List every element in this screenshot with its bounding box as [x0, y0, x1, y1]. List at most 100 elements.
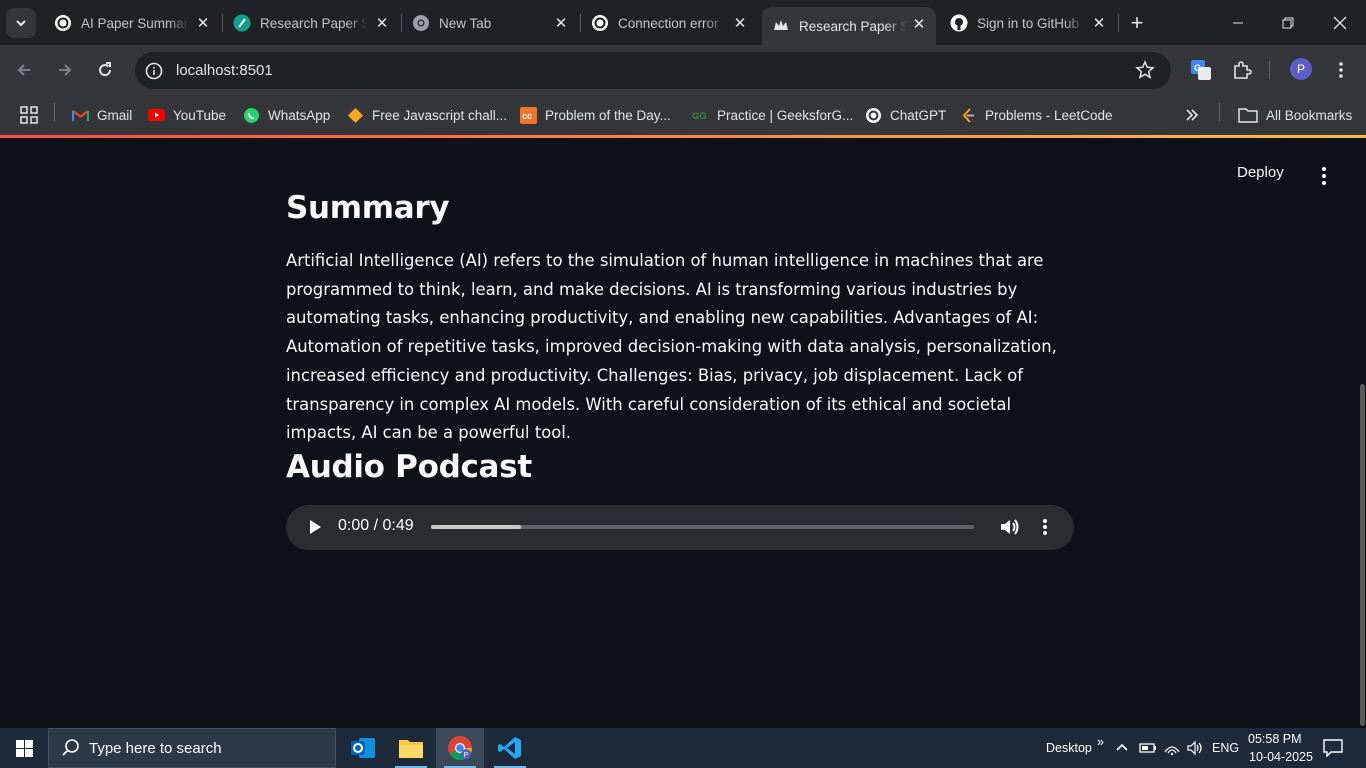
- tab-ai-paper-summarizer[interactable]: AI Paper Summariz ✕: [44, 6, 220, 40]
- url-text[interactable]: localhost:8501: [176, 62, 273, 79]
- taskbar-file-explorer[interactable]: [387, 728, 435, 768]
- double-chevron-right-icon[interactable]: »: [1097, 722, 1104, 762]
- chatgpt-icon: [54, 14, 72, 32]
- extensions-icon[interactable]: [1230, 58, 1254, 82]
- restore-button[interactable]: [1262, 0, 1314, 45]
- kebab-menu-icon: [1322, 167, 1326, 185]
- deploy-button[interactable]: Deploy: [1237, 164, 1284, 181]
- tab-title: Connection error: [618, 15, 719, 31]
- tab-title: Research Paper Su: [260, 15, 368, 31]
- double-chevron-right-icon: [1186, 109, 1199, 121]
- all-bookmarks-label: All Bookmarks: [1266, 107, 1353, 123]
- bookmark-leetcode[interactable]: Problems - LeetCode: [960, 103, 1113, 127]
- summary-heading: Summary: [286, 190, 450, 226]
- page-scrollbar[interactable]: [1360, 384, 1365, 726]
- close-icon[interactable]: ✕: [552, 14, 570, 32]
- svg-text:cc: cc: [522, 111, 532, 121]
- streamlit-crown-icon: [772, 17, 790, 35]
- feather-icon: [233, 14, 251, 32]
- notification-center-button[interactable]: [1323, 728, 1343, 768]
- play-icon[interactable]: [306, 518, 324, 536]
- app-menu-button[interactable]: [1314, 164, 1334, 188]
- google-translate-icon[interactable]: G: [1189, 58, 1213, 82]
- tab-divider: [1118, 14, 1119, 32]
- svg-text:GG: GG: [692, 111, 707, 121]
- reload-icon: [99, 62, 112, 77]
- tray-overflow-button[interactable]: [1115, 728, 1129, 768]
- new-tab-button[interactable]: +: [1124, 10, 1150, 36]
- bookmark-divider: [54, 103, 55, 121]
- clock-time[interactable]: 05:58 PM: [1248, 730, 1302, 748]
- audio-player: 0:00 / 0:49: [286, 505, 1074, 550]
- back-button[interactable]: [10, 56, 38, 84]
- chrome-menu-button[interactable]: [1329, 58, 1353, 82]
- tab-research-paper-1[interactable]: Research Paper Su ✕: [223, 6, 399, 40]
- bookmarks-bar: Gmail YouTube WhatsApp Free Javascript c…: [0, 95, 1366, 135]
- tab-strip: AI Paper Summariz ✕ Research Paper Su ✕ …: [0, 0, 1366, 45]
- taskbar-outlook[interactable]: [339, 728, 387, 768]
- volume-icon[interactable]: [998, 516, 1020, 538]
- forward-button[interactable]: [51, 56, 79, 84]
- speaker-icon[interactable]: [1186, 728, 1204, 768]
- info-icon[interactable]: [144, 61, 164, 81]
- tab-research-paper-active[interactable]: Research Paper Su ✕: [762, 7, 936, 45]
- summary-text: Artificial Intelligence (AI) refers to t…: [286, 251, 1057, 443]
- language-indicator[interactable]: ENG: [1212, 728, 1239, 768]
- whatsapp-icon: [243, 107, 260, 124]
- audio-seek-bar[interactable]: [431, 525, 974, 529]
- close-icon[interactable]: ✕: [910, 15, 928, 33]
- all-bookmarks-button[interactable]: All Bookmarks: [1238, 103, 1352, 127]
- bookmark-star-icon[interactable]: [1135, 60, 1155, 80]
- bookmark-problem-of-the-day[interactable]: cc Problem of the Day...: [520, 103, 671, 127]
- bookmark-label: Gmail: [97, 107, 133, 123]
- minimize-button[interactable]: [1212, 0, 1264, 45]
- close-window-button[interactable]: [1314, 0, 1366, 45]
- start-button[interactable]: [0, 728, 48, 768]
- close-icon[interactable]: ✕: [731, 14, 749, 32]
- leetcode-icon: [960, 107, 977, 124]
- tab-new-tab[interactable]: New Tab ✕: [402, 6, 578, 40]
- codechef-icon: cc: [520, 106, 537, 124]
- audio-time-display: 0:00 / 0:49: [338, 517, 414, 534]
- diamond-icon: [347, 107, 364, 124]
- tab-search-button[interactable]: [6, 8, 36, 38]
- plus-icon: +: [1130, 10, 1144, 35]
- bookmark-label: Practice | GeeksforG...: [717, 107, 854, 123]
- wifi-icon[interactable]: [1163, 728, 1181, 768]
- chatgpt-icon: [865, 107, 882, 124]
- close-icon[interactable]: ✕: [1090, 14, 1108, 32]
- restore-icon: [1282, 17, 1294, 28]
- bookmark-whatsapp[interactable]: WhatsApp: [243, 103, 330, 127]
- minimize-icon: [1233, 22, 1243, 23]
- reload-button[interactable]: [91, 56, 119, 84]
- tab-sign-in-github[interactable]: Sign in to GitHub ✕: [940, 6, 1116, 40]
- close-icon[interactable]: ✕: [194, 14, 212, 32]
- bookmark-chatgpt[interactable]: ChatGPT: [865, 103, 946, 127]
- browser-toolbar: localhost:8501 G P: [0, 45, 1366, 95]
- chrome-icon: [412, 14, 430, 32]
- desktop-toolbar-label[interactable]: Desktop: [1046, 728, 1092, 768]
- close-icon[interactable]: ✕: [373, 14, 391, 32]
- taskbar-vscode[interactable]: [486, 728, 534, 768]
- search-icon: [62, 739, 79, 756]
- more-bookmarks-button[interactable]: [1185, 103, 1199, 127]
- kebab-menu-icon[interactable]: [1036, 516, 1054, 538]
- taskbar-search-box[interactable]: Type here to search: [48, 728, 336, 768]
- bookmark-label: Problems - LeetCode: [985, 107, 1113, 123]
- bookmark-geeksforgeeks[interactable]: GG Practice | GeeksforG...: [692, 103, 853, 127]
- bookmark-youtube[interactable]: YouTube: [148, 103, 226, 127]
- battery-icon[interactable]: [1139, 728, 1157, 768]
- vscode-icon: [498, 737, 521, 759]
- tab-connection-error[interactable]: Connection error ✕: [581, 6, 757, 40]
- tab-title: New Tab: [439, 15, 492, 31]
- outlook-icon: [351, 738, 375, 758]
- chrome-icon: P: [448, 736, 472, 761]
- apps-button[interactable]: [20, 103, 38, 127]
- clock-date[interactable]: 10-04-2025: [1249, 748, 1313, 766]
- address-bar[interactable]: localhost:8501: [135, 52, 1171, 89]
- taskbar-chrome[interactable]: P: [436, 728, 484, 768]
- bookmark-gmail[interactable]: Gmail: [72, 103, 132, 127]
- bookmark-free-javascript[interactable]: Free Javascript chall...: [347, 103, 507, 127]
- tab-title: Research Paper Su: [799, 18, 907, 34]
- profile-avatar[interactable]: P: [1290, 58, 1312, 80]
